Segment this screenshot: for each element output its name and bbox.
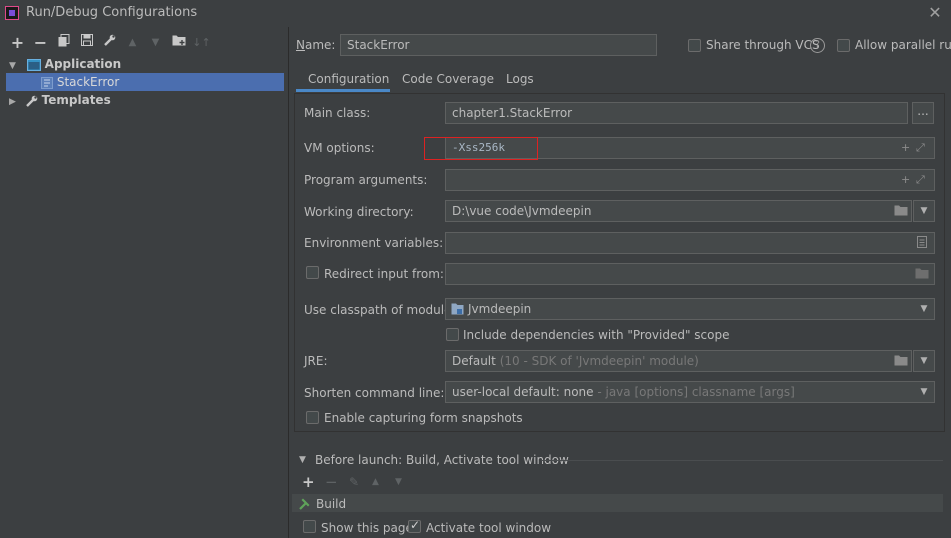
name-input[interactable]: StackError bbox=[340, 34, 657, 56]
program-args-input[interactable] bbox=[445, 169, 935, 191]
jre-dropdown[interactable]: ▼ bbox=[913, 350, 935, 372]
folder-icon[interactable] bbox=[167, 34, 190, 52]
chevron-down-icon: ▼ bbox=[920, 304, 928, 314]
main-class-input[interactable]: chapter1.StackError bbox=[445, 102, 908, 124]
tree-label-templates: Templates bbox=[41, 93, 111, 107]
folder-icon[interactable] bbox=[894, 205, 908, 216]
task-label-build: Build bbox=[316, 497, 347, 511]
main-class-label: Main class: bbox=[304, 106, 371, 120]
tree-toolbar: + − ▲ ▼ ↓↑ bbox=[6, 34, 213, 52]
jre-label: JRE: bbox=[304, 354, 328, 368]
activate-tool-window-checkbox[interactable] bbox=[408, 518, 421, 533]
env-vars-label: Environment variables: bbox=[304, 236, 444, 250]
include-deps-label: Include dependencies with "Provided" sco… bbox=[463, 328, 730, 342]
allow-parallel-label: Allow parallel run bbox=[855, 38, 951, 52]
close-icon[interactable]: ✕ bbox=[926, 3, 944, 22]
show-page-label: Show this page bbox=[321, 521, 413, 535]
help-icon[interactable]: ? bbox=[810, 38, 825, 53]
wrench-icon bbox=[25, 95, 38, 107]
move-up-icon[interactable]: ▲ bbox=[121, 34, 144, 52]
working-dir-dropdown[interactable]: ▼ bbox=[913, 200, 935, 222]
sort-icon[interactable]: ↓↑ bbox=[190, 34, 213, 52]
name-label: Name: bbox=[296, 38, 336, 52]
expand-plus-icon[interactable]: + bbox=[901, 141, 910, 154]
window-title: Run/Debug Configurations bbox=[26, 5, 198, 20]
highlight-box bbox=[424, 137, 538, 160]
move-down-icon[interactable]: ▼ bbox=[395, 477, 402, 487]
wrench-icon[interactable] bbox=[98, 34, 121, 52]
jre-select[interactable]: Default (10 - SDK of 'Jvmdeepin' module) bbox=[445, 350, 912, 372]
allow-parallel-checkbox[interactable] bbox=[837, 39, 850, 52]
folder-icon[interactable] bbox=[915, 268, 929, 279]
shorten-cmd-select[interactable]: user-local default: none - java [options… bbox=[445, 381, 935, 403]
env-vars-input[interactable] bbox=[445, 232, 935, 254]
tree-item-stackerror[interactable]: StackError bbox=[6, 73, 284, 91]
task-row-build[interactable] bbox=[292, 494, 943, 512]
redirect-input-checkbox[interactable] bbox=[306, 266, 319, 279]
jre-value: Default bbox=[452, 354, 496, 368]
shorten-cmd-hint: - java [options] classname [args] bbox=[593, 385, 795, 399]
redirect-input-label: Redirect input from: bbox=[324, 267, 444, 281]
document-icon[interactable] bbox=[917, 236, 927, 248]
redirect-input-field[interactable] bbox=[445, 263, 935, 285]
capture-snapshots-label: Enable capturing form snapshots bbox=[324, 411, 523, 425]
share-vcs-label: Share through VCS bbox=[706, 38, 820, 52]
main-class-browse-button[interactable]: ... bbox=[912, 102, 934, 124]
chevron-down-icon: ▼ bbox=[920, 387, 928, 397]
tree-item-templates[interactable]: ▶ Templates bbox=[0, 91, 288, 109]
save-icon[interactable] bbox=[75, 34, 98, 52]
copy-icon[interactable] bbox=[52, 34, 75, 52]
jre-value-hint: (10 - SDK of 'Jvmdeepin' module) bbox=[499, 354, 699, 368]
intellij-app-icon bbox=[5, 6, 19, 20]
collapse-down-icon[interactable]: ▼ bbox=[299, 455, 306, 465]
tab-logs[interactable]: Logs bbox=[506, 72, 534, 86]
edit-task-icon[interactable]: ✎ bbox=[349, 475, 359, 489]
share-vcs-checkbox[interactable] bbox=[688, 39, 701, 52]
active-tab-indicator bbox=[296, 89, 390, 92]
hammer-icon bbox=[299, 498, 310, 510]
config-file-icon bbox=[41, 76, 53, 89]
classpath-module-select[interactable]: Jvmdeepin ▼ bbox=[445, 298, 935, 320]
expand-plus-icon[interactable]: + bbox=[901, 173, 910, 186]
activate-tool-window-label: Activate tool window bbox=[426, 521, 552, 535]
folder-icon[interactable] bbox=[894, 355, 908, 366]
tab-configuration[interactable]: Configuration bbox=[308, 72, 389, 86]
panel-divider[interactable] bbox=[288, 27, 289, 538]
chevron-down-icon: ▼ bbox=[920, 206, 928, 216]
expand-right-icon[interactable]: ▶ bbox=[9, 93, 19, 111]
before-launch-header[interactable]: Before launch: Build, Activate tool wind… bbox=[315, 453, 569, 467]
add-task-icon[interactable]: + bbox=[302, 473, 315, 491]
shorten-cmd-value: user-local default: none bbox=[452, 385, 594, 399]
classpath-module-label: Use classpath of module: bbox=[304, 303, 456, 317]
tree-item-application[interactable]: ▼ Application bbox=[0, 55, 288, 73]
move-down-icon[interactable]: ▼ bbox=[144, 34, 167, 52]
tree-label-application: Application bbox=[44, 57, 122, 71]
expand-arrows-icon[interactable]: ⤢ bbox=[916, 173, 925, 187]
chevron-down-icon: ▼ bbox=[920, 356, 928, 366]
working-dir-label: Working directory: bbox=[304, 205, 414, 219]
expand-arrows-icon[interactable]: ⤢ bbox=[916, 141, 925, 155]
include-deps-checkbox[interactable] bbox=[446, 328, 459, 341]
remove-task-icon[interactable]: − bbox=[325, 473, 338, 491]
add-icon[interactable]: + bbox=[6, 34, 29, 52]
classpath-module-value: Jvmdeepin bbox=[468, 302, 532, 316]
tree-label-stackerror: StackError bbox=[56, 75, 120, 89]
module-folder-icon bbox=[451, 303, 464, 315]
move-up-icon[interactable]: ▲ bbox=[372, 477, 379, 487]
tab-code-coverage[interactable]: Code Coverage bbox=[402, 72, 494, 86]
shorten-cmd-label: Shorten command line: bbox=[304, 386, 445, 400]
capture-snapshots-checkbox[interactable] bbox=[306, 411, 319, 424]
remove-icon[interactable]: − bbox=[29, 34, 52, 52]
program-args-label: Program arguments: bbox=[304, 173, 428, 187]
show-page-checkbox[interactable] bbox=[303, 520, 316, 533]
application-icon bbox=[26, 58, 41, 71]
before-launch-divider bbox=[541, 460, 943, 461]
working-dir-input[interactable]: D:\vue code\Jvmdeepin bbox=[445, 200, 912, 222]
config-tree: ▼ Application StackError ▶ Templates bbox=[0, 55, 288, 109]
vm-options-label: VM options: bbox=[304, 141, 375, 155]
